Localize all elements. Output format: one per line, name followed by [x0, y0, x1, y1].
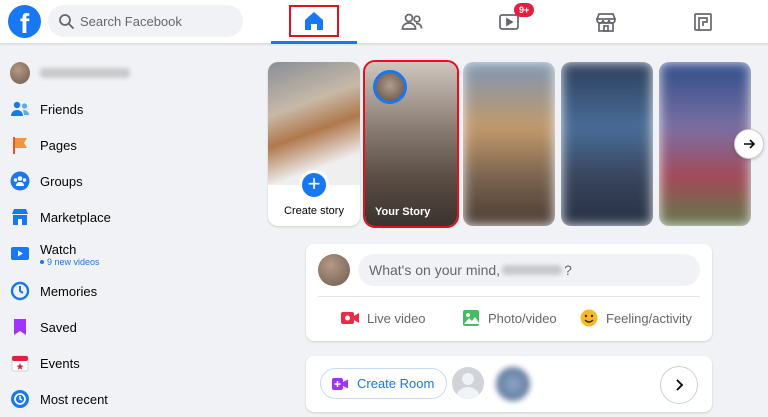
tab-gaming[interactable]	[660, 0, 746, 44]
events-calendar-icon	[11, 355, 29, 372]
facebook-logo[interactable]: f	[8, 5, 41, 38]
groups-icon	[10, 171, 30, 191]
story-card[interactable]	[561, 62, 653, 226]
watch-notification-badge: 9+	[514, 3, 535, 17]
your-story-label: Your Story	[375, 206, 431, 218]
marketplace-icon	[12, 209, 28, 225]
search-icon	[59, 14, 74, 29]
saved-bookmark-icon	[14, 319, 26, 335]
avatar	[373, 70, 407, 104]
photo-video-button[interactable]: Photo/video	[461, 308, 557, 328]
marketplace-icon	[596, 13, 616, 32]
photo-icon	[463, 310, 479, 326]
create-story-photo	[268, 62, 360, 185]
sidebar-item-marketplace[interactable]: Marketplace	[0, 199, 250, 235]
profile-name-blurred	[40, 68, 130, 78]
divider	[318, 296, 700, 297]
sidebar-item-profile[interactable]	[0, 55, 250, 91]
live-video-icon	[341, 312, 359, 324]
sidebar-item-label: Pages	[40, 137, 77, 153]
memories-clock-icon	[10, 281, 30, 301]
chevron-right-icon	[676, 379, 684, 391]
sidebar-item-label: Watch	[40, 241, 77, 257]
sidebar-item-watch[interactable]: Watch 9 new videos	[0, 235, 250, 273]
sidebar-item-label: Most recent	[40, 391, 108, 407]
top-navigation-bar: f 9+	[0, 0, 768, 44]
search-box[interactable]	[48, 5, 243, 37]
post-composer: What's on your mind,? Live video Photo/v…	[306, 244, 712, 341]
sidebar-item-label: Groups	[40, 173, 83, 189]
sidebar-item-label: Memories	[40, 283, 98, 299]
sidebar-item-saved[interactable]: Saved	[0, 309, 250, 345]
user-name-blurred	[502, 265, 563, 275]
feeling-activity-button[interactable]: Feeling/activity	[579, 308, 692, 328]
plus-icon[interactable]: +	[299, 170, 329, 200]
left-sidebar: Friends Pages Groups Marketplace Watch 9…	[0, 55, 250, 417]
sidebar-item-groups[interactable]: Groups	[0, 163, 250, 199]
sidebar-item-label: Events	[40, 355, 80, 371]
sidebar-item-label: Marketplace	[40, 209, 111, 225]
story-card[interactable]	[463, 62, 555, 226]
whats-on-your-mind-input[interactable]: What's on your mind,?	[358, 254, 700, 286]
sidebar-item-pages[interactable]: Pages	[0, 127, 250, 163]
watch-icon	[11, 247, 29, 260]
watch-new-videos-count: 9 new videos	[40, 257, 100, 267]
gaming-icon	[694, 13, 712, 31]
avatar[interactable]	[318, 254, 350, 286]
tab-marketplace[interactable]	[563, 0, 649, 44]
arrow-right-icon	[744, 139, 756, 149]
create-story-label: Create story	[284, 205, 344, 217]
stories-carousel: + Create story Your Story	[268, 60, 764, 228]
most-recent-icon	[11, 390, 29, 408]
your-story-card[interactable]: Your Story	[363, 60, 459, 228]
rooms-next-button[interactable]	[660, 366, 698, 404]
tab-home[interactable]	[271, 0, 357, 44]
sidebar-item-label: Friends	[40, 101, 84, 117]
sidebar-item-memories[interactable]: Memories	[0, 273, 250, 309]
sidebar-item-most-recent[interactable]: Most recent	[0, 381, 250, 417]
create-story-card[interactable]: + Create story	[268, 62, 360, 226]
tab-watch[interactable]: 9+	[466, 0, 552, 44]
pages-flag-icon	[13, 137, 27, 154]
tab-friends[interactable]	[369, 0, 455, 44]
default-avatar-icon	[456, 373, 480, 399]
search-input[interactable]	[80, 13, 230, 29]
avatar[interactable]	[452, 367, 484, 399]
home-tab-highlight	[289, 5, 339, 37]
video-plus-icon	[332, 377, 348, 390]
live-video-button[interactable]: Live video	[340, 308, 426, 328]
friends-icon	[11, 101, 29, 116]
rooms-card: Create Room	[306, 356, 712, 412]
feeling-icon	[580, 309, 598, 327]
friends-icon	[401, 13, 423, 30]
sidebar-item-events[interactable]: Events	[0, 345, 250, 381]
avatar[interactable]	[496, 367, 530, 401]
sidebar-item-label: Saved	[40, 319, 77, 335]
create-room-button[interactable]: Create Room	[320, 368, 448, 399]
unread-dot-icon	[40, 259, 44, 264]
stories-next-button[interactable]	[734, 129, 764, 159]
sidebar-item-friends[interactable]: Friends	[0, 91, 250, 127]
avatar	[10, 62, 30, 84]
